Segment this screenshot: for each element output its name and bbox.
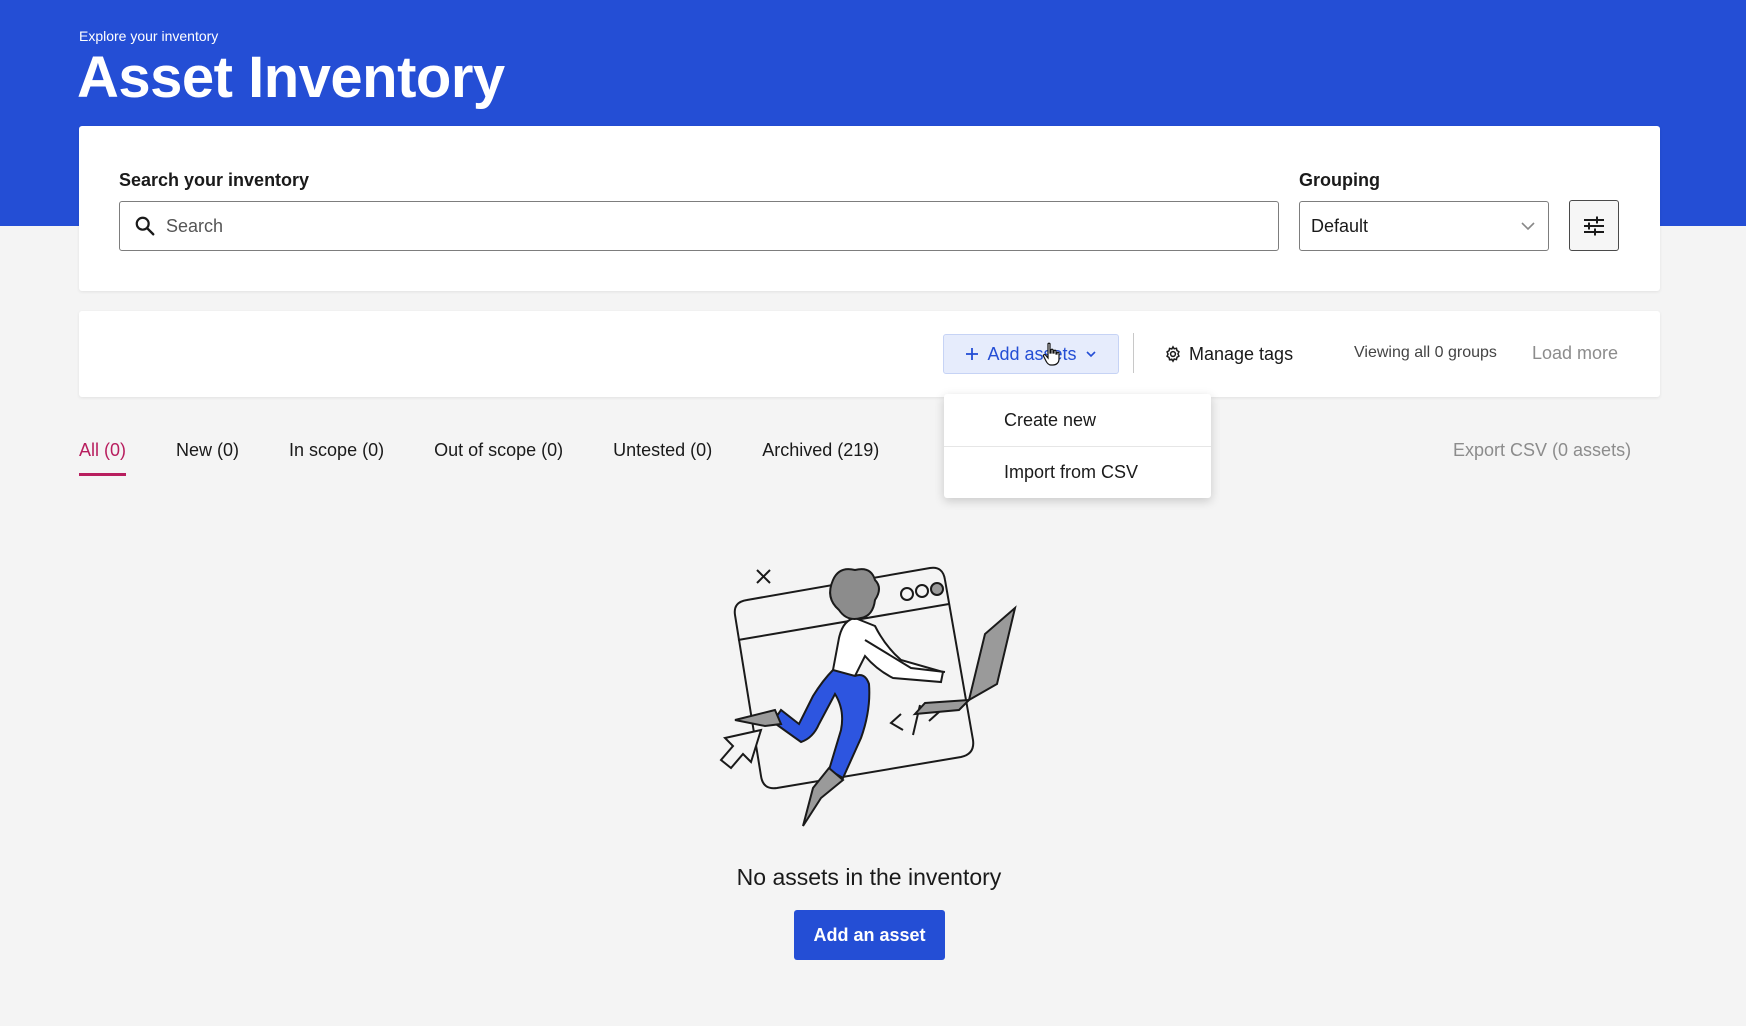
search-icon: [135, 216, 155, 236]
load-more-button[interactable]: Load more: [1532, 343, 1618, 364]
tab-archived[interactable]: Archived (219): [762, 440, 879, 476]
add-an-asset-button[interactable]: Add an asset: [794, 910, 945, 960]
page-title: Asset Inventory: [77, 45, 505, 110]
tab-all[interactable]: All (0): [79, 440, 127, 476]
asset-tabs: All (0) New (0) In scope (0) Out of scop…: [79, 440, 929, 480]
chevron-down-icon: [1085, 351, 1096, 358]
add-assets-label: Add assets: [987, 343, 1077, 364]
search-field[interactable]: [119, 201, 1279, 251]
grouping-select[interactable]: Default: [1299, 201, 1549, 251]
toolbar-card: Add assets Manage tags Viewing all 0 gro…: [79, 311, 1660, 397]
plus-icon: [966, 348, 979, 360]
viewing-groups-status: Viewing all 0 groups: [1354, 344, 1497, 361]
tab-in-scope[interactable]: In scope (0): [289, 440, 384, 476]
gear-icon: [1166, 345, 1180, 363]
menu-item-import-csv[interactable]: Import from CSV: [944, 446, 1211, 498]
sliders-icon: [1584, 216, 1604, 235]
search-card: Search your inventory Grouping Default: [79, 126, 1660, 291]
add-assets-menu: Create new Import from CSV: [944, 394, 1211, 498]
toolbar-divider: [1133, 333, 1134, 373]
search-input[interactable]: [166, 215, 1266, 237]
manage-tags-button[interactable]: Manage tags: [1164, 334, 1293, 374]
chevron-down-icon: [1521, 222, 1535, 231]
menu-item-create-new[interactable]: Create new: [944, 394, 1211, 446]
mouse-cursor-icon: [1042, 342, 1060, 366]
tab-new[interactable]: New (0): [176, 440, 239, 476]
filter-settings-button[interactable]: [1569, 200, 1619, 251]
add-assets-button[interactable]: Add assets: [943, 334, 1119, 374]
tab-out-of-scope[interactable]: Out of scope (0): [434, 440, 563, 476]
export-csv-button[interactable]: Export CSV (0 assets): [1453, 440, 1631, 461]
empty-state-illustration: [719, 566, 1017, 827]
grouping-selected-value: Default: [1311, 215, 1369, 236]
empty-state-title: No assets in the inventory: [736, 864, 1002, 890]
grouping-label: Grouping: [1299, 170, 1380, 190]
tab-untested[interactable]: Untested (0): [613, 440, 712, 476]
manage-tags-label: Manage tags: [1189, 343, 1294, 364]
page-subtitle: Explore your inventory: [79, 28, 219, 44]
search-label: Search your inventory: [119, 170, 310, 190]
